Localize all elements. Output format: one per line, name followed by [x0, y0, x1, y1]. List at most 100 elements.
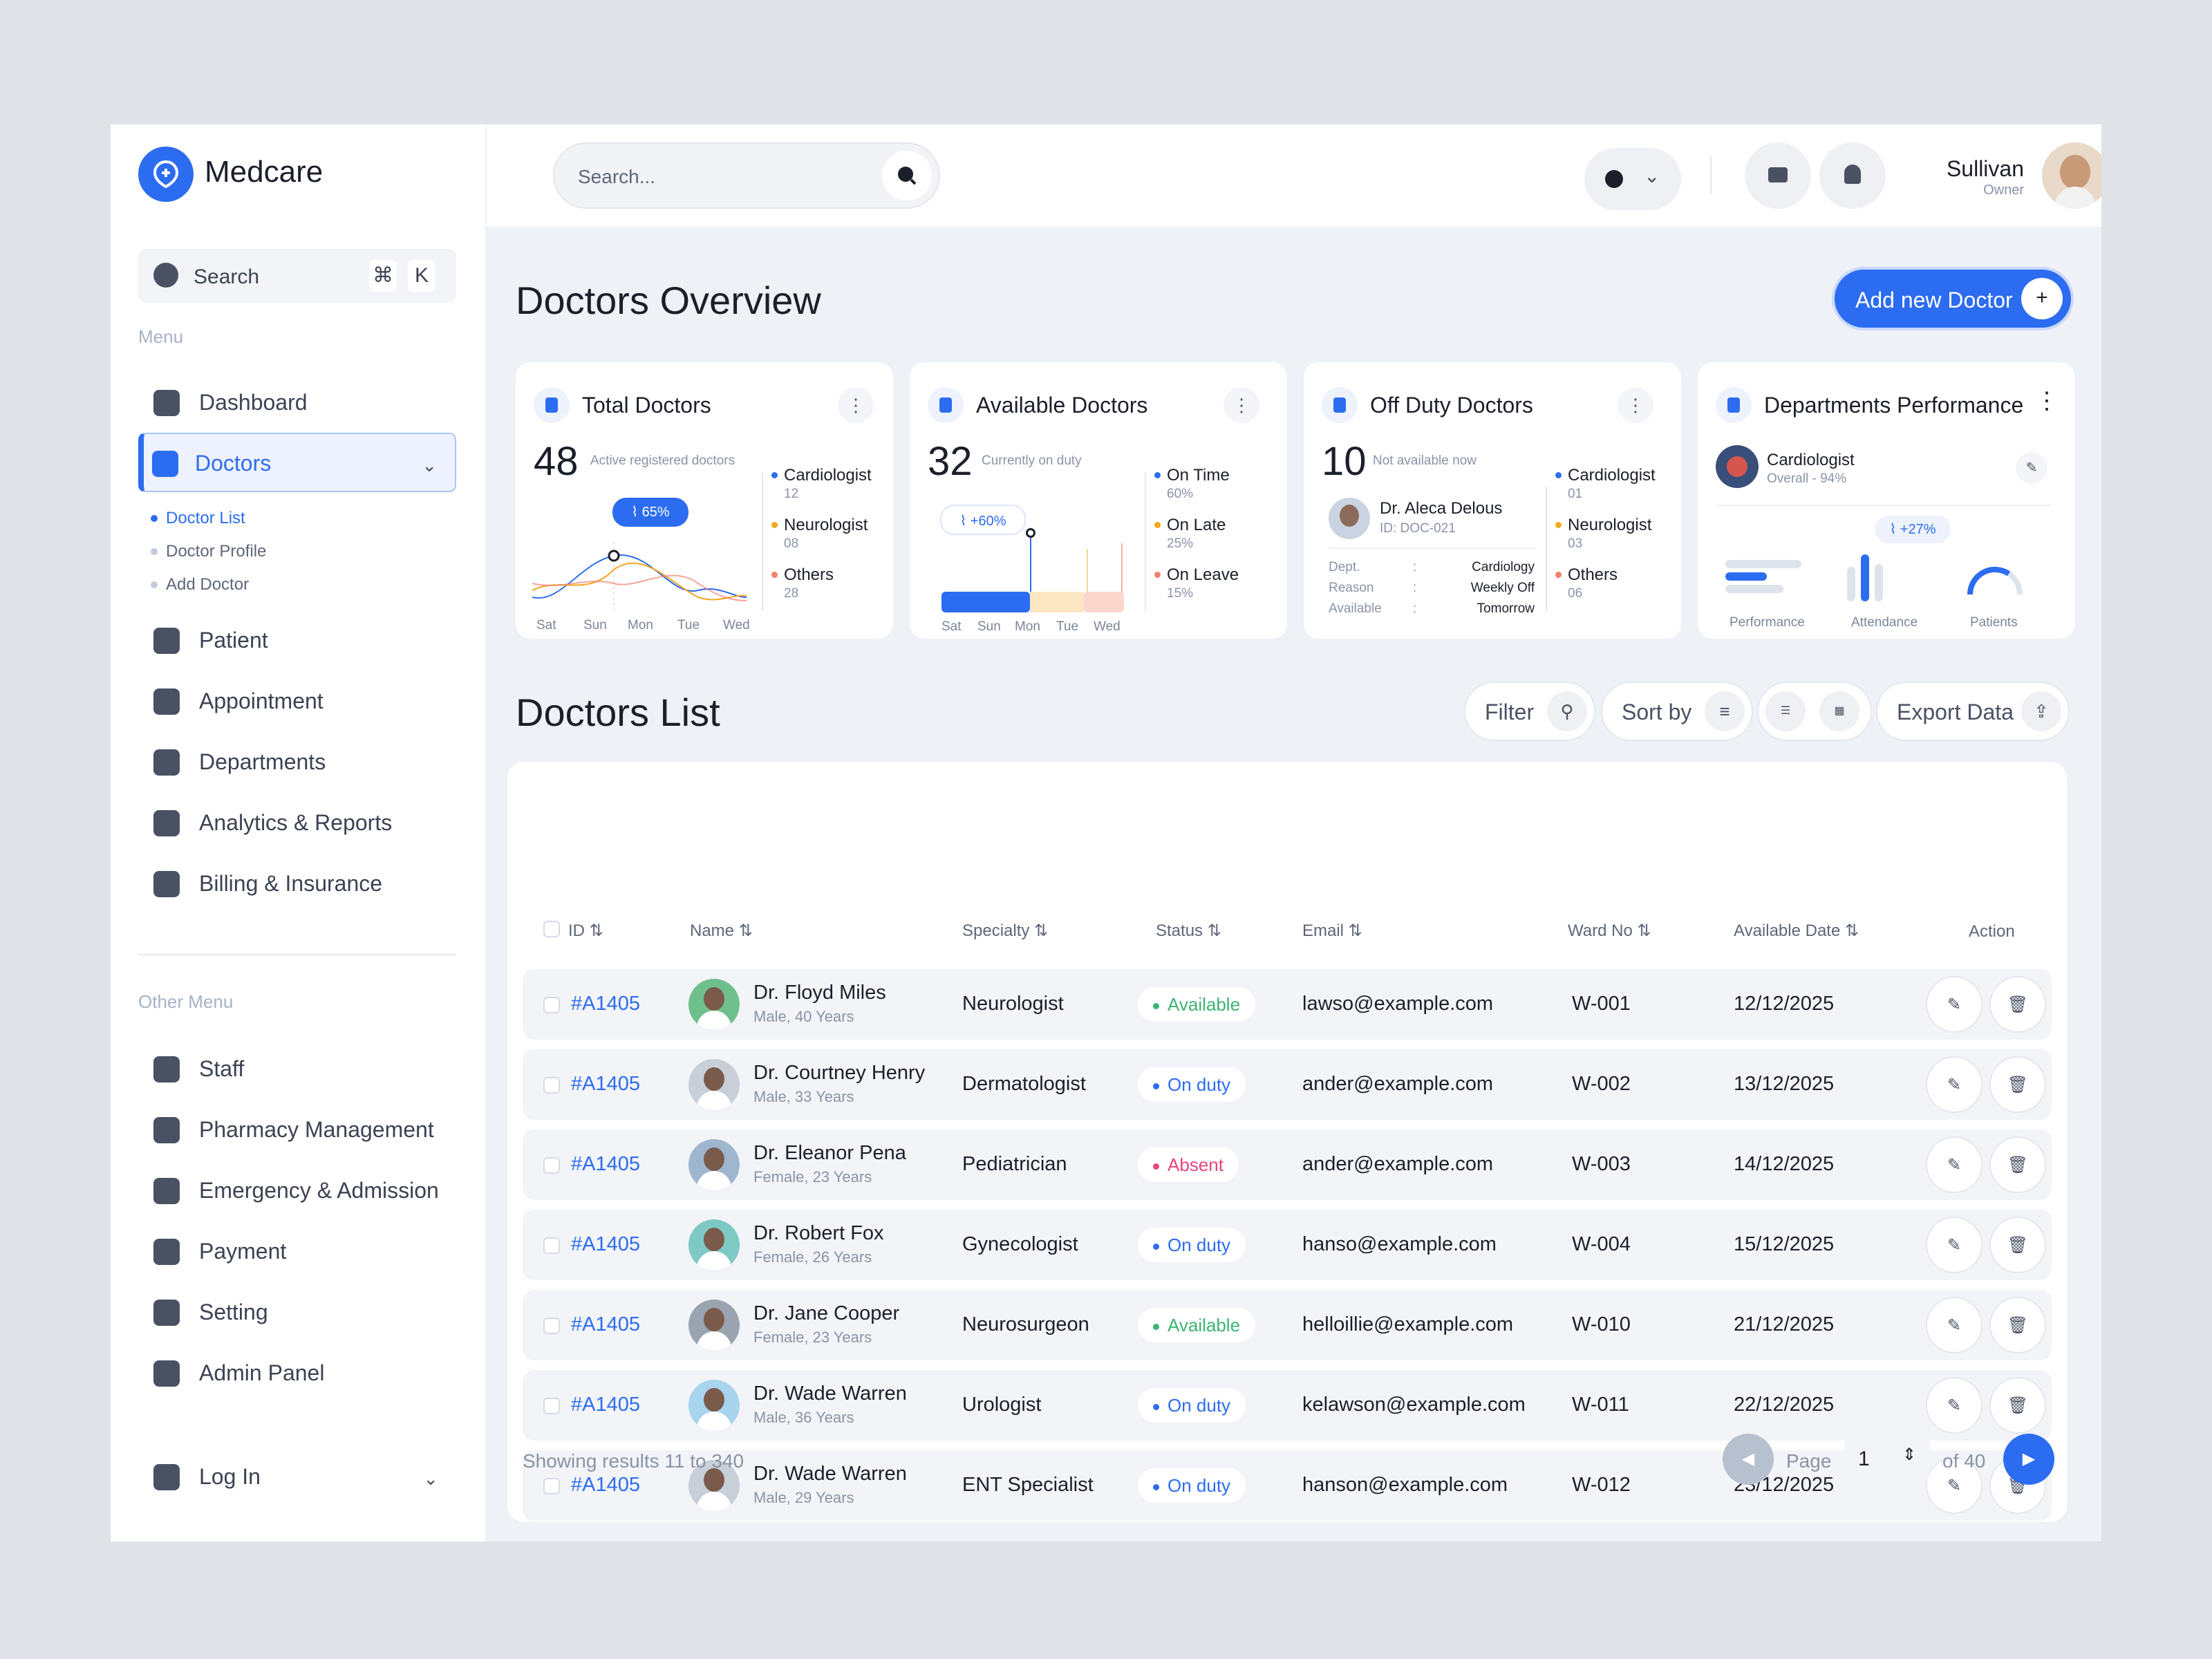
- previous-page-button[interactable]: ◀: [1723, 1434, 1774, 1485]
- edit-icon[interactable]: ✎: [1926, 1136, 1983, 1193]
- email[interactable]: ander@example.com: [1302, 1153, 1493, 1176]
- off-duty-doctor-id: ID: DOC-021: [1380, 521, 1456, 536]
- email[interactable]: helloillie@example.com: [1302, 1313, 1513, 1336]
- column-header[interactable]: Email ⇅: [1302, 921, 1362, 941]
- email[interactable]: hanso@example.com: [1302, 1233, 1497, 1256]
- sort-button[interactable]: Sort by ≡: [1601, 682, 1753, 741]
- search-icon[interactable]: [882, 151, 932, 200]
- column-header[interactable]: Name ⇅: [690, 921, 753, 941]
- nav-admin[interactable]: Admin Panel: [138, 1344, 456, 1403]
- trash-icon[interactable]: 🗑: [1989, 1297, 2046, 1353]
- metric-performance: Performance: [1730, 615, 1805, 630]
- sub-doctor-profile[interactable]: Doctor Profile: [151, 542, 266, 561]
- nav-patient[interactable]: Patient: [138, 611, 456, 671]
- metric-patients: Patients: [1970, 615, 2018, 630]
- doctor-name[interactable]: Dr. Jane Cooper: [753, 1302, 899, 1325]
- status-badge: Available: [1138, 1308, 1256, 1342]
- row-checkbox[interactable]: [543, 1318, 560, 1334]
- nav-payment[interactable]: Payment: [138, 1222, 456, 1282]
- nav-appointment[interactable]: Appointment: [138, 672, 456, 731]
- doctor-id[interactable]: #A1405: [571, 993, 640, 1015]
- row-checkbox[interactable]: [543, 997, 560, 1013]
- avatar[interactable]: [2042, 142, 2101, 209]
- nav-analytics[interactable]: Analytics & Reports: [138, 794, 456, 853]
- login-item[interactable]: Log In ⌄: [138, 1447, 456, 1507]
- theme-toggle[interactable]: ⌄: [1584, 148, 1681, 210]
- add-new-doctor-button[interactable]: Add new Doctor +: [1832, 267, 2074, 330]
- nav-setting[interactable]: Setting: [138, 1283, 456, 1342]
- grid-view-icon[interactable]: ▦: [1819, 691, 1859, 731]
- column-header[interactable]: Specialty ⇅: [962, 921, 1048, 941]
- edit-icon[interactable]: ✎: [1926, 1297, 1983, 1353]
- nav-dashboard[interactable]: Dashboard: [138, 373, 456, 433]
- nav-doctors[interactable]: Doctors ⌄: [138, 433, 456, 492]
- more-options-icon[interactable]: ⋮: [838, 387, 874, 423]
- next-page-button[interactable]: ▶: [2003, 1434, 2054, 1485]
- list-view-icon[interactable]: ☰: [1765, 691, 1806, 731]
- available-date: 15/12/2025: [1734, 1233, 1835, 1255]
- sidebar-search[interactable]: Search ⌘ K: [138, 249, 456, 303]
- doctor-name[interactable]: Dr. Eleanor Pena: [753, 1142, 906, 1165]
- nav-staff[interactable]: Staff: [138, 1040, 456, 1099]
- column-header[interactable]: Available Date ⇅: [1734, 921, 1859, 941]
- doctor-name[interactable]: Dr. Courtney Henry: [753, 1062, 925, 1085]
- doctor-name[interactable]: Dr. Robert Fox: [753, 1222, 884, 1245]
- more-options-icon[interactable]: ⋮: [2035, 387, 2059, 415]
- doctor-id[interactable]: #A1405: [571, 1233, 640, 1256]
- edit-icon[interactable]: ✎: [1926, 1056, 1983, 1113]
- column-header[interactable]: ID ⇅: [568, 921, 603, 941]
- available-doctors-card: Available Doctors ⋮ 32 Currently on duty…: [910, 362, 1287, 639]
- doctor-id[interactable]: #A1405: [571, 1073, 640, 1096]
- trash-icon[interactable]: 🗑: [1989, 976, 2046, 1033]
- view-toggle[interactable]: ☰ ▦: [1757, 682, 1872, 741]
- sub-doctor-list[interactable]: Doctor List: [151, 509, 245, 528]
- email[interactable]: ander@example.com: [1302, 1073, 1493, 1096]
- edit-icon[interactable]: ✎: [1926, 976, 1983, 1033]
- doctor-meta: Male, 40 Years: [753, 1008, 854, 1025]
- edit-icon[interactable]: ✎: [1926, 1217, 1983, 1273]
- doctor-id[interactable]: #A1405: [571, 1153, 640, 1176]
- nav-billing[interactable]: Billing & Insurance: [138, 854, 456, 914]
- more-options-icon[interactable]: ⋮: [1618, 387, 1653, 423]
- doctor-id[interactable]: #A1405: [571, 1313, 640, 1336]
- doctor-name[interactable]: Dr. Wade Warren: [753, 1382, 907, 1405]
- mail-button[interactable]: [1745, 142, 1811, 209]
- search-input[interactable]: Search...: [553, 142, 940, 209]
- edit-icon[interactable]: ✎: [1926, 1377, 1983, 1434]
- select-all-checkbox[interactable]: [543, 921, 560, 937]
- nav-departments[interactable]: Departments: [138, 733, 456, 792]
- sub-add-doctor[interactable]: Add Doctor: [151, 575, 249, 594]
- dept-name: Cardiologist: [1767, 451, 1855, 469]
- row-checkbox[interactable]: [543, 1077, 560, 1094]
- more-options-icon[interactable]: ⋮: [1224, 387, 1259, 423]
- column-header[interactable]: Ward No ⇅: [1568, 921, 1651, 941]
- email[interactable]: hanson@example.com: [1302, 1474, 1508, 1497]
- row-checkbox[interactable]: [543, 1398, 560, 1414]
- legend-cardiologist: Cardiologist 12: [771, 466, 872, 501]
- export-button[interactable]: Export Data ⇪: [1876, 682, 2070, 741]
- trash-icon[interactable]: 🗑: [1989, 1377, 2046, 1434]
- edit-icon[interactable]: ✎: [2016, 452, 2047, 484]
- doctor-id[interactable]: #A1405: [571, 1394, 640, 1416]
- row-checkbox[interactable]: [543, 1157, 560, 1174]
- doctor-id[interactable]: #A1405: [571, 1474, 640, 1497]
- page-select[interactable]: 1 ⇕: [1844, 1436, 1930, 1482]
- row-checkbox[interactable]: [543, 1237, 560, 1254]
- status-badge: Available: [1138, 987, 1256, 1022]
- total-doctors-subtitle: Active registered doctors: [590, 453, 735, 468]
- detail-value: Cardiology: [1472, 560, 1535, 574]
- nav-emergency[interactable]: Emergency & Admission: [138, 1161, 456, 1221]
- avatar: [688, 1219, 740, 1271]
- nav-appointment-label: Appointment: [199, 688, 324, 713]
- doctor-name[interactable]: Dr. Floyd Miles: [753, 982, 886, 1004]
- trash-icon[interactable]: 🗑: [1989, 1217, 2046, 1273]
- nav-pharmacy[interactable]: Pharmacy Management: [138, 1100, 456, 1160]
- row-checkbox[interactable]: [543, 1478, 560, 1494]
- column-header[interactable]: Status ⇅: [1156, 921, 1221, 941]
- filter-button[interactable]: Filter ⚲: [1464, 682, 1595, 741]
- trash-icon[interactable]: 🗑: [1989, 1056, 2046, 1113]
- email[interactable]: lawso@example.com: [1302, 993, 1493, 1015]
- email[interactable]: kelawson@example.com: [1302, 1394, 1526, 1416]
- doctor-name[interactable]: Dr. Wade Warren: [753, 1463, 907, 1485]
- trash-icon[interactable]: 🗑: [1989, 1136, 2046, 1193]
